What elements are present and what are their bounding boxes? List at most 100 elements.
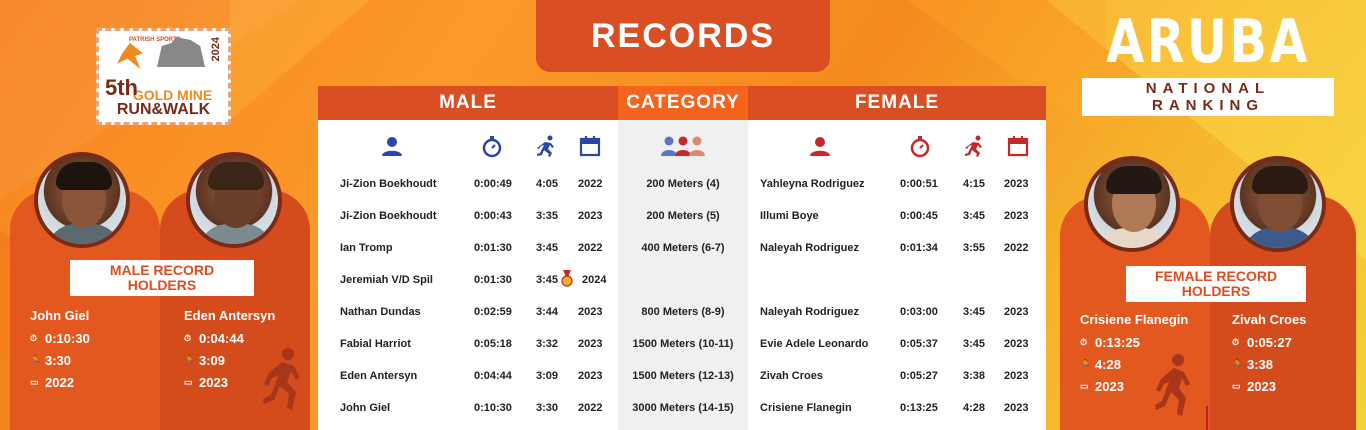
calendar-icon: ▭ [184, 377, 193, 387]
male-time: 0:01:30 [474, 242, 512, 254]
holder-time: 0:05:27 [1247, 335, 1292, 350]
female-year: 2023 [1004, 402, 1029, 414]
male-name: John Giel [340, 402, 391, 414]
male-pace: 3:45 [536, 274, 559, 286]
calendar-icon: ▭ [1232, 381, 1241, 391]
logo-edition: 5th [105, 75, 138, 100]
female-column-header: FEMALE [748, 86, 1046, 120]
female-pace: 3:45 [963, 338, 986, 350]
female-name: Yahleyna Rodriguez [760, 178, 865, 190]
male-year: 2023 [578, 338, 603, 350]
holder-time: 0:10:30 [45, 331, 90, 346]
female-year: 2023 [1004, 178, 1029, 190]
male-time: 0:10:30 [474, 402, 512, 414]
records-header: RECORDS [536, 0, 830, 72]
table-row: Ji-Zion Boekhoudt 0:00:49 4:05 2022 200 … [318, 168, 1046, 200]
male-pace: 3:09 [536, 370, 559, 382]
holder-pace: 3:30 [45, 353, 72, 368]
stopwatch-icon [480, 134, 504, 158]
holder-pace: 3:09 [199, 353, 226, 368]
runner-icon: 🏃 [1080, 359, 1092, 369]
runner-icon: 🏃 [30, 355, 42, 365]
male-year: 2023 [578, 370, 603, 382]
table-row: Eden Antersyn 0:04:44 3:09 2023 1500 Met… [318, 360, 1046, 392]
category: 200 Meters (5) [646, 210, 720, 222]
runner-icon [962, 134, 986, 158]
table-row: Ian Tromp 0:01:30 3:45 2022 400 Meters (… [318, 232, 1046, 264]
holder-name: Crisiene Flanegin [1080, 312, 1189, 327]
logo-year: 2024 [210, 37, 222, 62]
male-time: 0:04:44 [474, 370, 512, 382]
calendar-icon [1006, 134, 1030, 158]
male-year: 2023 [578, 306, 603, 318]
holder-year: 2023 [1095, 379, 1124, 394]
avatar [1084, 156, 1180, 252]
female-name: Illumi Boye [760, 210, 819, 222]
calendar-icon [578, 134, 602, 158]
female-time: 0:01:34 [900, 242, 938, 254]
male-pace: 3:45 [536, 242, 559, 254]
records-rows: Ji-Zion Boekhoudt 0:00:49 4:05 2022 200 … [318, 168, 1046, 424]
male-time: 0:00:49 [474, 178, 512, 190]
divider-line [1206, 406, 1208, 430]
female-time: 0:05:27 [900, 370, 938, 382]
calendar-icon: ▭ [30, 377, 39, 387]
category: 1500 Meters (10-11) [632, 338, 734, 350]
female-year: 2022 [1004, 242, 1029, 254]
holder-pace: 3:38 [1247, 357, 1274, 372]
female-name: Evie Adele Leonardo [760, 338, 869, 350]
male-year: 2022 [578, 178, 603, 190]
male-name: Jeremiah V/D Spil [340, 274, 433, 286]
holder-name: John Giel [30, 308, 90, 323]
female-name: Naleyah Rodriguez [760, 306, 860, 318]
female-year: 2023 [1004, 338, 1029, 350]
male-name: Ji-Zion Boekhoudt [340, 178, 437, 190]
table-row: Nathan Dundas 0:02:59 3:44 2023 800 Mete… [318, 296, 1046, 328]
holder-name: Zivah Croes [1232, 312, 1307, 327]
country-title: ARUBA [1106, 7, 1310, 77]
male-holder-1: John Giel ⏱ 0:10:30 🏃 3:30 ▭ 2022 [30, 308, 90, 397]
female-name: Naleyah Rodriguez [760, 242, 860, 254]
runner-icon [534, 134, 558, 158]
category: 1500 Meters (12-13) [632, 370, 734, 382]
female-name: Crisiene Flanegin [760, 402, 852, 414]
phoenix-icon [117, 43, 143, 69]
male-name: Fabial Harriot [340, 338, 411, 350]
stopwatch-icon: ⏱ [1232, 337, 1240, 347]
category: 800 Meters (8-9) [641, 306, 725, 318]
male-pace: 3:35 [536, 210, 559, 222]
holder-pace: 4:28 [1095, 357, 1122, 372]
male-column-header: MALE [318, 86, 618, 120]
runner-icon: 🏃 [184, 355, 196, 365]
holder-year: 2022 [45, 375, 74, 390]
group-icon [660, 134, 706, 158]
female-time: 0:13:25 [900, 402, 938, 414]
logo-line2: RUN&WALK [116, 101, 211, 118]
male-year: 2023 [578, 210, 603, 222]
stopwatch-icon: ⏱ [1080, 337, 1088, 347]
avatar [34, 152, 130, 248]
holder-time: 0:13:25 [1095, 335, 1140, 350]
avatar [1230, 156, 1326, 252]
table-row: John Giel 0:10:30 3:30 2022 3000 Meters … [318, 392, 1046, 424]
male-name: Ian Tromp [340, 242, 393, 254]
female-pace: 3:55 [963, 242, 986, 254]
male-year: 2022 [578, 402, 603, 414]
category: 3000 Meters (14-15) [632, 402, 734, 414]
event-logo: PATRISH SPORTS 2024 5th GOLD MINE RUN&WA… [96, 28, 231, 125]
table-row: Jeremiah V/D Spil 0:01:30 3:45 2024 [318, 264, 1046, 296]
logo-line1: GOLD MINE [132, 87, 213, 103]
stopwatch-icon: ⏱ [30, 333, 38, 343]
male-record-holders-label: MALE RECORD HOLDERS [70, 260, 254, 296]
male-name: Ji-Zion Boekhoudt [340, 210, 437, 222]
female-year: 2023 [1004, 370, 1029, 382]
stopwatch-icon: ⏱ [184, 333, 192, 343]
male-year: 2022 [578, 242, 603, 254]
runner-icon: 🏃 [1232, 359, 1244, 369]
female-pace: 3:45 [963, 306, 986, 318]
holder-year: 2023 [199, 375, 228, 390]
female-year: 2023 [1004, 210, 1029, 222]
category: 200 Meters (4) [646, 178, 720, 190]
medal-icon [561, 270, 573, 287]
female-time: 0:00:51 [900, 178, 938, 190]
